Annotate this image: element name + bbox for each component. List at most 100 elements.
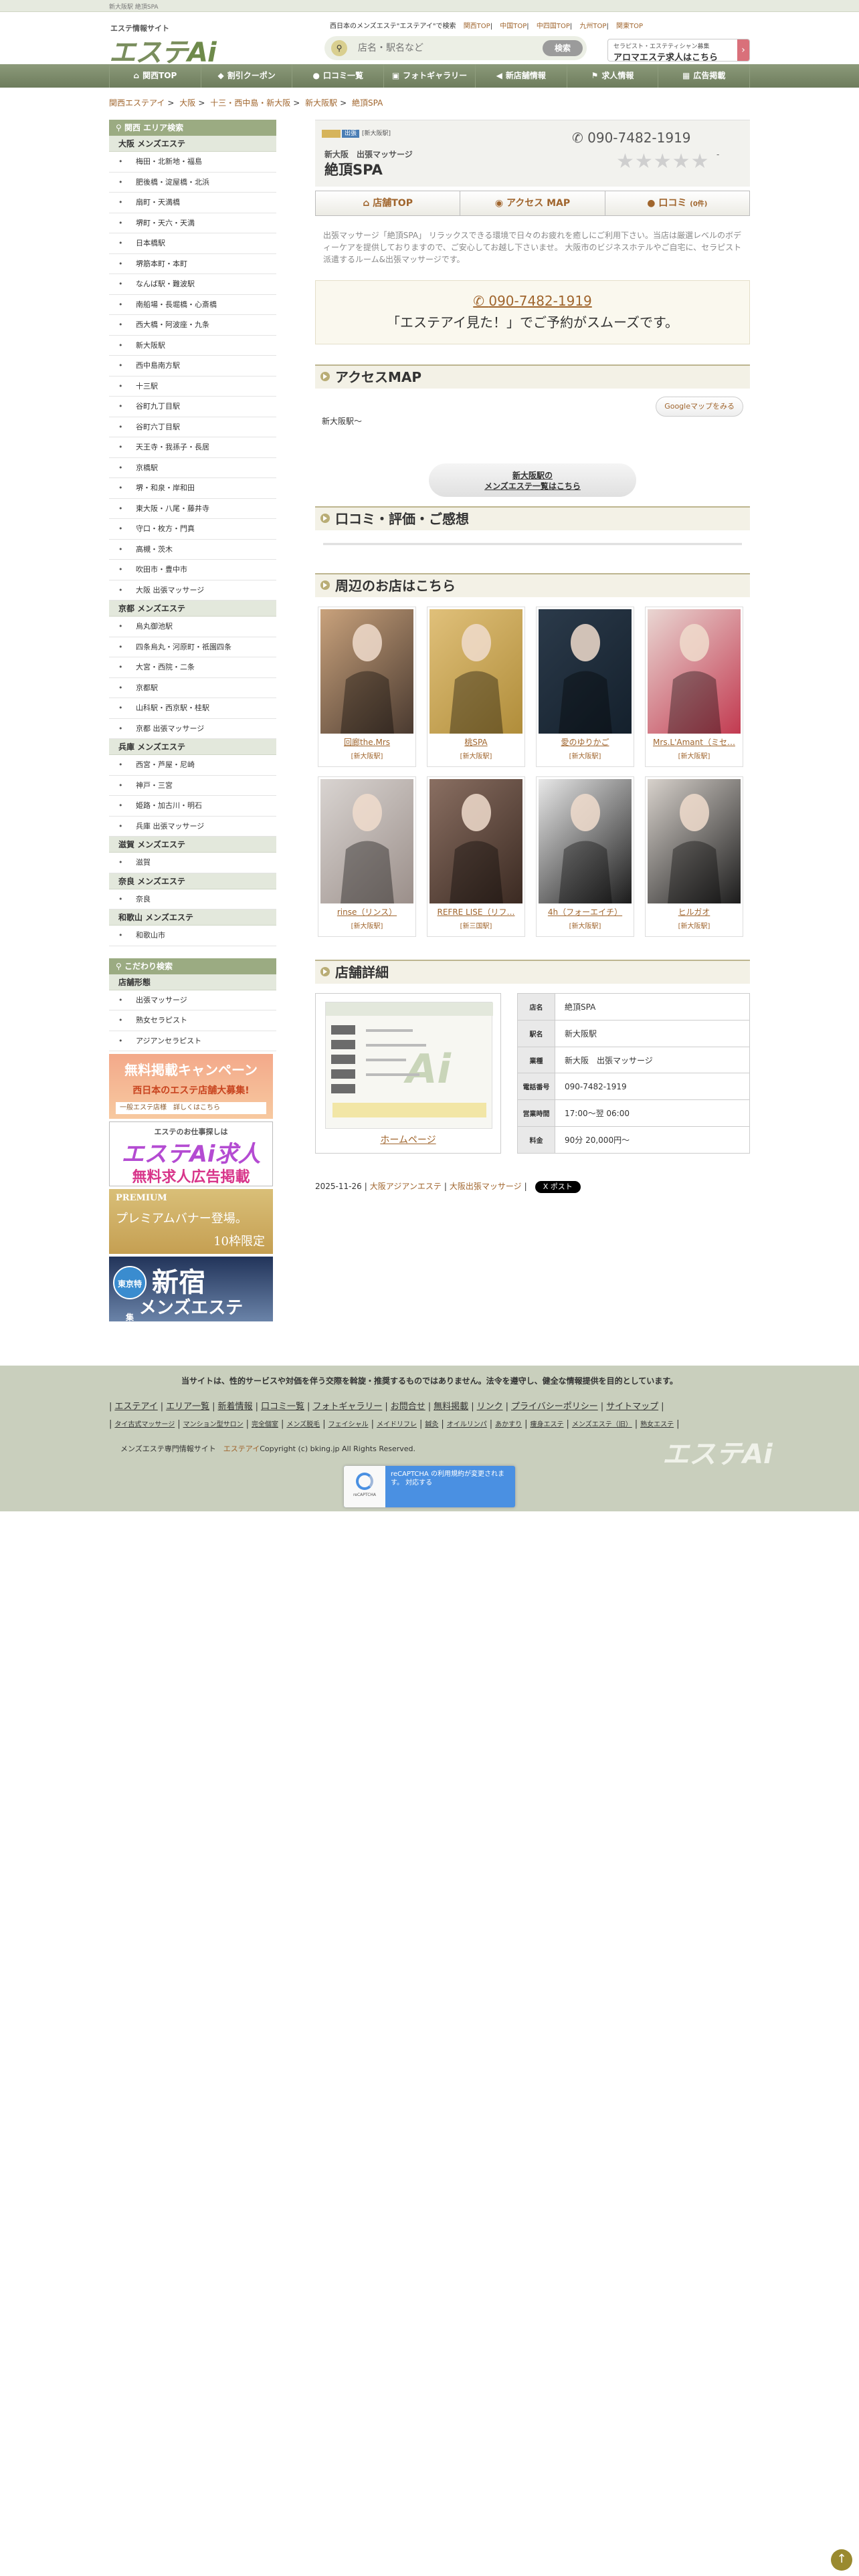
shop-name-link[interactable]: 愛のゆりかご	[537, 736, 634, 748]
footer-link[interactable]: フェイシャル	[328, 1421, 369, 1428]
sidebar-item[interactable]: 大阪 出張マッサージ	[109, 580, 276, 601]
nav-item-jobs[interactable]: ⚑ 求人情報	[566, 64, 658, 88]
footer-link[interactable]: 熟女エステ	[640, 1421, 674, 1428]
sidebar-item[interactable]: 京都駅	[109, 678, 276, 698]
sidebar-item[interactable]: 神戸・三宮	[109, 776, 276, 796]
footer-link[interactable]: メイドリフレ	[377, 1421, 417, 1428]
sidebar-item[interactable]: 西宮・芦屋・尼崎	[109, 755, 276, 776]
recaptcha-badge[interactable]: reCAPTCHA reCAPTCHA の利用規約が変更されます。 対応する	[344, 1466, 515, 1507]
footer-link[interactable]: メンズエステ（旧）	[572, 1421, 632, 1428]
homepage-thumbnail[interactable]: Ai ホームページ	[315, 993, 501, 1154]
tab-shop-top[interactable]: ⌂ 店舗TOP	[316, 191, 461, 215]
footer-link[interactable]: フォトギャラリー	[312, 1402, 382, 1412]
footer-link[interactable]: サイトマップ	[606, 1402, 658, 1412]
tab-reviews[interactable]: ● 口コミ (0件)	[605, 191, 749, 215]
nearby-shop-card[interactable]: 桃SPA [新大阪駅]	[427, 607, 525, 767]
breadcrumb-link[interactable]: 新大阪駅	[305, 98, 337, 108]
sidebar-item[interactable]: 四条烏丸・河原町・祇園四条	[109, 637, 276, 657]
footer-link[interactable]: オイルリンパ	[447, 1421, 487, 1428]
sidebar-item[interactable]: アジアンセラピスト	[109, 1031, 276, 1051]
footer-link[interactable]: 痩身エステ	[531, 1421, 564, 1428]
shop-photo[interactable]	[648, 609, 741, 734]
sidebar-item[interactable]: 奈良	[109, 889, 276, 909]
sidebar-item[interactable]: 吹田市・豊中市	[109, 560, 276, 580]
call-tel[interactable]: ✆ 090-7482-1919	[316, 281, 749, 309]
sidebar-item[interactable]: 堺町・天六・天満	[109, 213, 276, 233]
sidebar-item[interactable]: 梅田・北新地・福島	[109, 152, 276, 173]
nav-item-reviews[interactable]: ● 口コミ一覧	[292, 64, 383, 88]
sidebar-item[interactable]: 南船場・長堀橋・心斎橋	[109, 295, 276, 315]
footer-link[interactable]: メンズ脱毛	[286, 1421, 320, 1428]
sidebar-item[interactable]: 日本橋駅	[109, 233, 276, 254]
footer-link[interactable]: 新着情報	[218, 1402, 253, 1412]
sidebar-item[interactable]: なんば駅・難波駅	[109, 274, 276, 295]
sidebar-item[interactable]: 西大橋・阿波座・九条	[109, 315, 276, 336]
banner-premium[interactable]: PREMIUM プレミアムバナー登場。 10枠限定	[109, 1189, 273, 1254]
sidebar-item[interactable]: 高槻・茨木	[109, 540, 276, 560]
sidebar-item[interactable]: 出張マッサージ	[109, 990, 276, 1010]
footer-link[interactable]: プライバシーポリシー	[511, 1402, 598, 1412]
sidebar-item[interactable]: 守口・枚方・門真	[109, 519, 276, 540]
footer-link[interactable]: 無料掲載	[434, 1402, 468, 1412]
shop-photo[interactable]	[539, 609, 632, 734]
share-link[interactable]: 大阪出張マッサージ	[450, 1182, 522, 1191]
shop-name-link[interactable]: 4h（フォーエイチ）	[537, 906, 634, 918]
footer-link[interactable]: エリア一覧	[166, 1402, 209, 1412]
sidebar-item[interactable]: 西中島南方駅	[109, 356, 276, 377]
sidebar-item[interactable]: 兵庫 出張マッサージ	[109, 817, 276, 837]
breadcrumb-link[interactable]: 関西エステアイ	[109, 98, 165, 108]
sidebar-item[interactable]: 姫路・加古川・明石	[109, 796, 276, 817]
shop-name-link[interactable]: ヒルガオ	[646, 906, 743, 918]
sidebar-item[interactable]: 大宮・西院・二条	[109, 657, 276, 678]
nav-item-ads[interactable]: ▦ 広告掲載	[658, 64, 751, 88]
homepage-link[interactable]: ホームページ	[316, 1133, 500, 1146]
tab-access-map[interactable]: ◉ アクセス MAP	[460, 191, 605, 215]
sidebar-item[interactable]: 十三駅	[109, 377, 276, 397]
sidebar-item[interactable]: 扇町・天満橋	[109, 193, 276, 213]
sidebar-item[interactable]: 新大阪駅	[109, 336, 276, 356]
shop-name-link[interactable]: rinse（リンス）	[318, 906, 415, 918]
shop-photo[interactable]	[539, 779, 632, 903]
copy-link[interactable]: エステアイ	[223, 1444, 260, 1453]
region-link-kyushu[interactable]: 九州TOP	[579, 23, 606, 30]
footer-link[interactable]: 完全個室	[252, 1421, 278, 1428]
nav-item-new-shops[interactable]: ◀ 新店舗情報	[474, 64, 567, 88]
nav-item-gallery[interactable]: ▣ フォトギャラリー	[383, 64, 475, 88]
sidebar-item[interactable]: 滋賀	[109, 853, 276, 873]
sidebar-item[interactable]: 谷町九丁目駅	[109, 397, 276, 417]
shop-photo[interactable]	[320, 779, 413, 903]
banner-free-campaign[interactable]: 無料掲載キャンペーン 西日本のエステ店舗大募集! 一般エステ店様 詳しくはこちら	[109, 1054, 273, 1119]
sidebar-item[interactable]: 烏丸御池駅	[109, 617, 276, 637]
shop-name-link[interactable]: REFRE LISE（リフ…	[427, 906, 524, 918]
nearby-shop-card[interactable]: rinse（リンス） [新大阪駅]	[318, 776, 416, 937]
shop-name-link[interactable]: 桃SPA	[427, 736, 524, 748]
breadcrumb-link[interactable]: 大阪	[179, 98, 195, 108]
footer-logo[interactable]: エステAi	[662, 1432, 773, 1471]
sidebar-item[interactable]: 京橋駅	[109, 458, 276, 478]
shop-photo[interactable]	[430, 609, 522, 734]
sidebar-item[interactable]: 山科駅・西京駅・桂駅	[109, 698, 276, 719]
search-button[interactable]: 検索	[543, 40, 583, 56]
region-link-kansai[interactable]: 関西TOP	[464, 23, 490, 30]
footer-link[interactable]: タイ古式マッサージ	[114, 1421, 175, 1428]
footer-link[interactable]: リンク	[477, 1402, 503, 1412]
shop-name-link[interactable]: 回廊the.Mrs	[318, 736, 415, 748]
nearby-shop-card[interactable]: ヒルガオ [新大阪駅]	[645, 776, 743, 937]
banner-job-ad[interactable]: エステのお仕事探しは エステAi求人 無料求人広告掲載	[109, 1121, 273, 1186]
footer-link[interactable]: エステアイ	[114, 1402, 157, 1412]
region-link-chushikoku[interactable]: 中四国TOP	[537, 23, 570, 30]
shop-tel[interactable]: ✆ 090-7482-1919	[572, 130, 691, 146]
region-link-chugoku[interactable]: 中国TOP	[500, 23, 527, 30]
sidebar-item[interactable]: 京都 出張マッサージ	[109, 719, 276, 739]
sidebar-item[interactable]: 熟女セラピスト	[109, 1010, 276, 1031]
shop-photo[interactable]	[648, 779, 741, 903]
sidebar-item[interactable]: 肥後橋・淀屋橋・北浜	[109, 173, 276, 193]
breadcrumb-link[interactable]: 絶頂SPA	[352, 98, 383, 108]
shop-photo[interactable]	[430, 779, 522, 903]
nearby-shop-card[interactable]: 愛のゆりかご [新大阪駅]	[536, 607, 634, 767]
nearby-shop-card[interactable]: REFRE LISE（リフ… [新三国駅]	[427, 776, 525, 937]
search-input[interactable]	[353, 40, 529, 56]
footer-link[interactable]: 鍼灸	[425, 1421, 438, 1428]
sidebar-item[interactable]: 和歌山市	[109, 926, 276, 946]
footer-link[interactable]: お問合せ	[391, 1402, 425, 1412]
